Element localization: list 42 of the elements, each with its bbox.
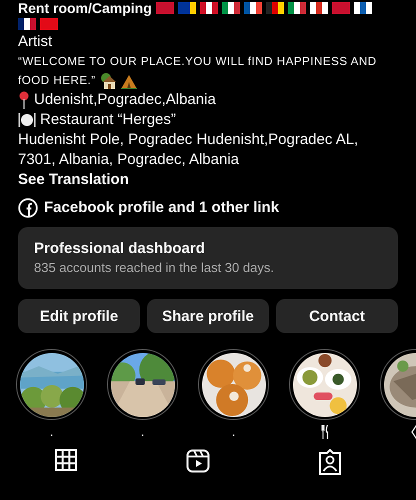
flag-icon <box>40 18 58 30</box>
cutlery-icon <box>320 425 328 439</box>
location-text: Udenisht,Pogradec,Albania <box>34 90 216 110</box>
story-highlight[interactable] <box>198 349 269 420</box>
address-text: Hudenisht Pole, Pogradec Hudenisht,Pogradec AL, 7301, Albania, Pogradec, Albania <box>18 130 360 170</box>
flag-icon <box>354 2 372 14</box>
flag-icon <box>222 2 240 14</box>
flag-icon <box>156 2 174 14</box>
highlight-label: . <box>50 425 54 439</box>
story-highlight[interactable] <box>289 349 360 420</box>
professional-dashboard-card[interactable]: Professional dashboard 835 accounts reached in the last 30 days. <box>18 227 398 289</box>
flag-icon <box>18 18 36 30</box>
restaurant-name: Restaurant “Herges” <box>40 110 176 130</box>
links-link[interactable]: Facebook profile and 1 other link <box>18 198 398 218</box>
bio-quote-line: fOOD HERE.” <box>18 73 96 89</box>
category-label: Artist <box>18 32 54 52</box>
flag-icon <box>178 2 196 14</box>
highlight-label: . <box>232 425 236 439</box>
house-icon <box>98 72 117 90</box>
see-translation-link[interactable]: See Translation <box>18 170 398 190</box>
story-highlight[interactable] <box>16 349 87 420</box>
flag-icon <box>288 2 306 14</box>
flag-icon <box>310 2 328 14</box>
profile-action-button[interactable]: Edit profile <box>18 299 140 333</box>
plate-icon <box>18 112 36 128</box>
flag-icon <box>332 2 350 14</box>
bio-quote-line: “WELCOME TO OUR PLACE.YOU WILL fIND HAPPINESS AND <box>18 54 378 70</box>
facebook-icon <box>18 198 38 218</box>
reels-icon[interactable] <box>186 449 210 473</box>
dashboard-subtitle: 835 accounts reached in the last 30 days. <box>34 259 275 276</box>
story-highlight[interactable] <box>107 349 178 420</box>
grid-icon[interactable] <box>55 449 77 471</box>
flag-icon <box>266 2 284 14</box>
pin-icon <box>18 91 30 109</box>
tagged-icon[interactable] <box>318 449 342 475</box>
dashboard-title: Professional dashboard <box>34 239 206 259</box>
profile-title: Rent room/Camping <box>18 0 152 16</box>
highlight-label: . <box>140 425 144 439</box>
flag-icon <box>244 2 262 14</box>
flag-icon <box>200 2 218 14</box>
profile-action-button[interactable]: Contact <box>276 299 398 333</box>
profile-action-button[interactable]: Share profile <box>147 299 269 333</box>
